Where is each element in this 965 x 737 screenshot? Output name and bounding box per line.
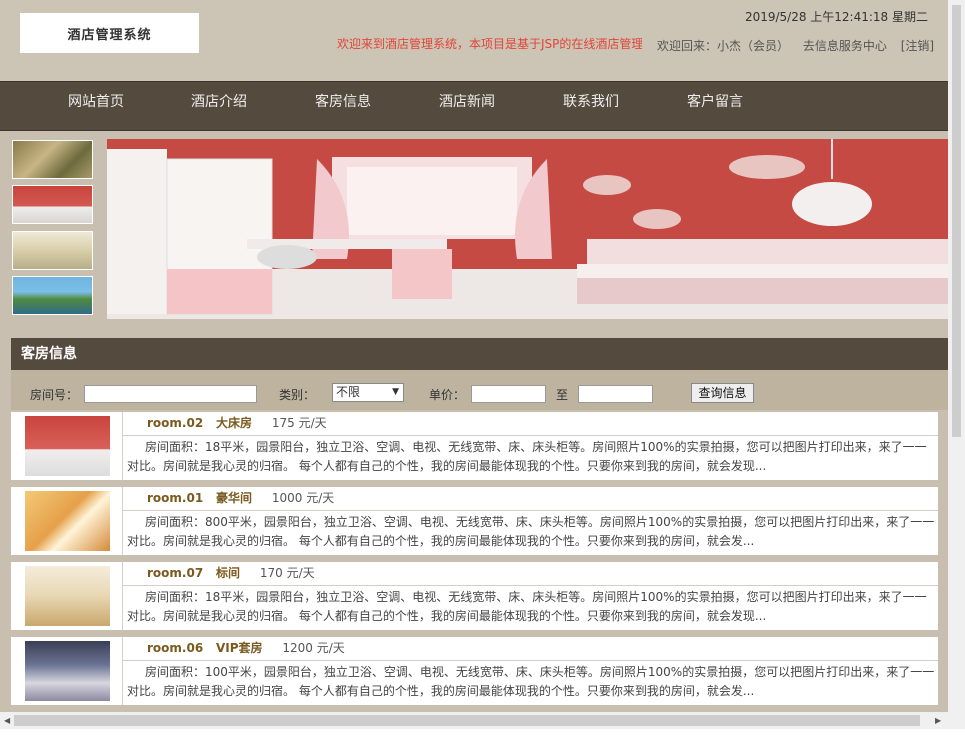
banner-thumb-3[interactable]	[12, 231, 93, 270]
vertical-scrollbar-thumb[interactable]	[952, 5, 961, 437]
current-datetime: 2019/5/28 上午12:41:18 星期二	[744, 10, 928, 24]
nav-item-rooms[interactable]: 客房信息	[315, 82, 371, 130]
room-header: room.07 标间 170 元/天	[123, 562, 938, 586]
horizontal-scrollbar-thumb[interactable]	[14, 715, 920, 726]
room-search-bar: 房间号： 类别： 不限 ▼ 单价： 至 查询信息	[11, 370, 948, 410]
room-number: room.07	[147, 566, 204, 580]
room-name[interactable]: 大床房	[216, 416, 252, 430]
welcome-user-text: 欢迎回来：小杰（会员）	[657, 39, 790, 53]
rooms-panel-title: 客房信息	[11, 338, 948, 370]
price-from-input[interactable]	[471, 385, 546, 403]
room-price: 1000 元/天	[271, 491, 335, 505]
room-row[interactable]: room.06 VIP套房 1200 元/天 房间面积：100平米，园景阳台，独…	[11, 637, 938, 705]
query-button[interactable]: 查询信息	[691, 383, 754, 403]
room-description: 房间面积：18平米，园景阳台，独立卫浴、空调、电视、无线宽带、床、床头柜等。房间…	[127, 440, 927, 473]
room-row[interactable]: room.02 大床房 175 元/天 房间面积：18平米，园景阳台，独立卫浴、…	[11, 412, 938, 480]
user-bar: 欢迎回来：小杰（会员） 去信息服务中心 [注销]	[657, 37, 934, 54]
banner-main-image	[107, 139, 948, 319]
banner-thumb-1[interactable]	[12, 140, 93, 179]
main-nav: 网站首页 酒店介绍 客房信息 酒店新闻 联系我们 客户留言	[0, 81, 948, 131]
banner	[0, 131, 948, 329]
room-header: room.06 VIP套房 1200 元/天	[123, 637, 938, 661]
window-bottom-edge	[0, 729, 965, 737]
room-photo[interactable]	[25, 416, 110, 476]
welcome-marquee: 欢迎来到酒店管理系统，本项目是基于JSP的在线酒店管理	[337, 37, 642, 51]
header: 酒店管理系统 2019/5/28 上午12:41:18 星期二 欢迎来到酒店管理…	[0, 0, 948, 81]
room-description: 房间面积：18平米，园景阳台，独立卫浴、空调、电视、无线宽带、床、床头柜等。房间…	[127, 590, 927, 623]
bedroom-banner-illustration	[107, 139, 948, 319]
service-center-link[interactable]: 去信息服务中心	[803, 39, 887, 53]
type-select-value: 不限	[336, 385, 361, 399]
dropdown-arrow-icon: ▼	[392, 387, 399, 397]
room-description: 房间面积：800平米，园景阳台，独立卫浴、空调、电视、无线宽带、床、床头柜等。房…	[127, 515, 935, 548]
room-name[interactable]: VIP套房	[216, 641, 263, 655]
room-description: 房间面积：100平米，园景阳台，独立卫浴、空调、电视、无线宽带、床、床头柜等。房…	[127, 665, 935, 698]
room-no-label: 房间号：	[30, 388, 79, 402]
room-row[interactable]: room.07 标间 170 元/天 房间面积：18平米，园景阳台，独立卫浴、空…	[11, 562, 938, 630]
room-price: 170 元/天	[259, 566, 315, 580]
room-header: room.02 大床房 175 元/天	[123, 412, 938, 436]
scroll-right-icon[interactable]: ▶	[935, 716, 941, 725]
price-to-label: 至	[556, 388, 569, 402]
banner-thumb-4[interactable]	[12, 276, 93, 315]
room-number: room.01	[147, 491, 204, 505]
room-header: room.01 豪华间 1000 元/天	[123, 487, 938, 511]
type-select[interactable]: 不限 ▼	[332, 383, 404, 402]
room-photo[interactable]	[25, 641, 110, 701]
room-photo[interactable]	[25, 566, 110, 626]
room-row[interactable]: room.01 豪华间 1000 元/天 房间面积：800平米，园景阳台，独立卫…	[11, 487, 938, 555]
room-no-input[interactable]	[84, 385, 257, 403]
type-label: 类别：	[279, 388, 316, 402]
room-price: 175 元/天	[271, 416, 327, 430]
room-name[interactable]: 豪华间	[216, 491, 252, 505]
scroll-left-icon[interactable]: ◀	[4, 716, 10, 725]
price-to-input[interactable]	[578, 385, 653, 403]
logout-link[interactable]: [注销]	[901, 39, 934, 53]
room-number: room.02	[147, 416, 204, 430]
page: 酒店管理系统 2019/5/28 上午12:41:18 星期二 欢迎来到酒店管理…	[0, 0, 948, 712]
nav-item-messages[interactable]: 客户留言	[687, 82, 743, 130]
room-photo[interactable]	[25, 491, 110, 551]
scrollbar-corner	[948, 712, 965, 729]
nav-item-about[interactable]: 酒店介绍	[191, 82, 247, 130]
banner-thumb-2[interactable]	[12, 185, 93, 224]
price-label: 单价：	[429, 388, 466, 402]
site-logo[interactable]: 酒店管理系统	[20, 13, 199, 53]
room-number: room.06	[147, 641, 204, 655]
room-name[interactable]: 标间	[216, 566, 240, 580]
room-price: 1200 元/天	[282, 641, 345, 655]
nav-item-contact[interactable]: 联系我们	[563, 82, 619, 130]
nav-item-news[interactable]: 酒店新闻	[439, 82, 495, 130]
nav-item-home[interactable]: 网站首页	[68, 82, 124, 130]
